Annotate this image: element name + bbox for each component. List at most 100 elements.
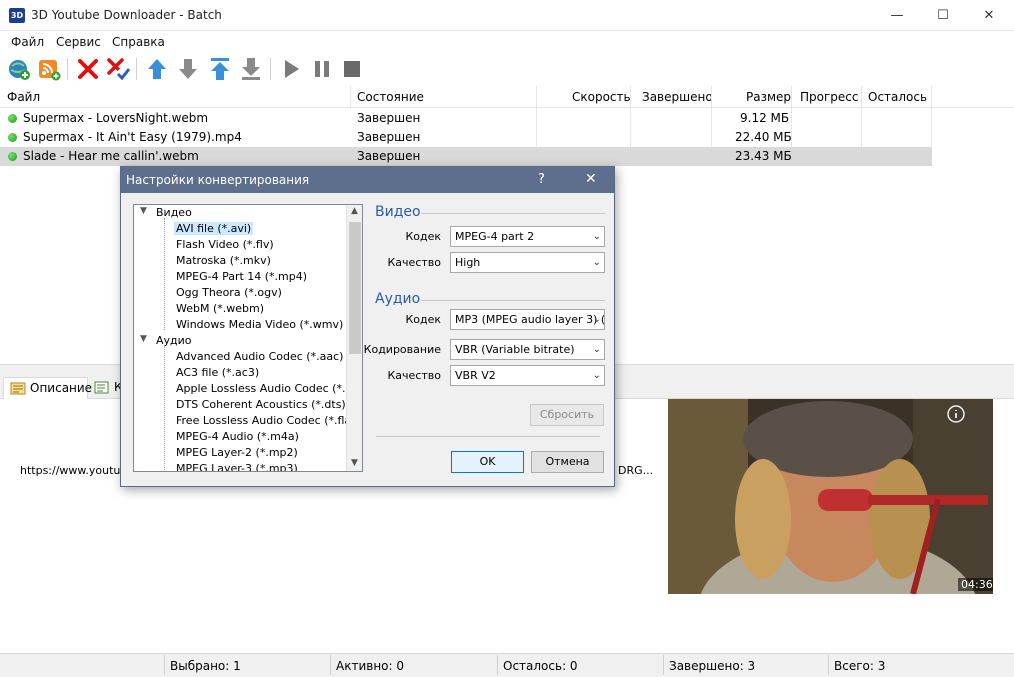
audio-quality-label: Качество xyxy=(387,369,442,382)
tree-group-video[interactable]: Видео xyxy=(156,206,192,219)
tree-item-alac[interactable]: Apple Lossless Audio Codec (*.alac xyxy=(176,382,362,395)
tree-item-flv[interactable]: Flash Video (*.flv) xyxy=(176,238,274,251)
column-divider xyxy=(350,86,351,108)
move-bottom-button[interactable] xyxy=(237,55,265,83)
tab-description[interactable]: Описание xyxy=(3,377,92,399)
dialog-help-button[interactable]: ? xyxy=(538,172,545,187)
scroll-down-icon[interactable]: ▼ xyxy=(351,458,358,468)
remove-completed-button[interactable] xyxy=(104,55,132,83)
column-header-progress[interactable]: Прогресс xyxy=(800,90,858,104)
tree-item-mp4[interactable]: MPEG-4 Part 14 (*.mp4) xyxy=(176,270,307,283)
audio-codec-value: MP3 (MPEG audio layer 3) (l xyxy=(455,313,605,326)
video-section-heading: Видео xyxy=(375,204,421,220)
audio-codec-select[interactable]: MP3 (MPEG audio layer 3) (l ⌄ xyxy=(450,309,605,330)
tree-item-mkv[interactable]: Matroska (*.mkv) xyxy=(176,254,271,267)
dropdown-chevron-icon: ⌄ xyxy=(592,314,601,325)
pause-button[interactable] xyxy=(308,55,336,83)
audio-section-heading: Аудио xyxy=(375,291,421,307)
tree-item-wmv[interactable]: Windows Media Video (*.wmv) xyxy=(176,318,343,331)
video-codec-value: MPEG-4 part 2 xyxy=(455,230,535,243)
remove-button[interactable] xyxy=(74,55,102,83)
tree-item-flac[interactable]: Free Lossless Audio Codec (*.flac) xyxy=(176,414,362,427)
format-tree[interactable]: ▼ Видео AVI file (*.avi) Flash Video (*.… xyxy=(133,204,363,472)
reset-button[interactable]: Сбросить xyxy=(530,404,604,426)
row-state: Завершен xyxy=(357,130,421,144)
menu-file[interactable]: Файл xyxy=(11,35,44,49)
column-header-file[interactable]: Файл xyxy=(7,90,40,104)
add-url-button[interactable] xyxy=(5,55,33,83)
toolbar-separator xyxy=(136,58,137,80)
column-header-speed[interactable]: Скорость xyxy=(572,90,631,104)
tree-item-ogv[interactable]: Ogg Theora (*.ogv) xyxy=(176,286,282,299)
row-size: 23.43 МБ xyxy=(735,149,792,163)
tree-item-m4a[interactable]: MPEG-4 Audio (*.m4a) xyxy=(176,430,299,443)
column-divider xyxy=(931,86,932,108)
info-icon[interactable] xyxy=(947,405,965,423)
video-thumbnail[interactable]: 04:36 xyxy=(668,399,993,594)
tree-item-webm[interactable]: WebM (*.webm) xyxy=(176,302,264,315)
tree-scrollbar[interactable]: ▲ ▼ xyxy=(346,205,362,471)
status-total: Всего: 3 xyxy=(834,659,886,673)
collapse-icon[interactable]: ▼ xyxy=(140,206,147,216)
play-icon xyxy=(285,60,299,78)
description-url[interactable]: https://www.youtube xyxy=(20,464,134,477)
video-quality-value: High xyxy=(455,256,481,269)
dialog-title: Настройки конвертирования xyxy=(126,173,310,187)
column-divider xyxy=(711,86,712,108)
scrollbar-thumb[interactable] xyxy=(349,222,361,354)
video-quality-select[interactable]: High ⌄ xyxy=(450,252,605,273)
column-divider xyxy=(791,86,792,108)
tree-item-mp2[interactable]: MPEG Layer-2 (*.mp2) xyxy=(176,446,298,459)
audio-quality-select[interactable]: VBR V2 ⌄ xyxy=(450,365,605,386)
tree-item-mp3[interactable]: MPEG Layer-3 (*.mp3) xyxy=(176,462,298,471)
dialog-close-button[interactable]: ✕ xyxy=(585,171,597,187)
tree-item-avi[interactable]: AVI file (*.avi) xyxy=(174,222,254,235)
minimize-button[interactable]: — xyxy=(874,0,920,31)
move-down-button[interactable] xyxy=(174,55,202,83)
maximize-button[interactable]: ☐ xyxy=(920,0,966,31)
column-header-state[interactable]: Состояние xyxy=(357,90,424,104)
pause-icon xyxy=(315,61,329,77)
remove-icon xyxy=(78,59,98,79)
tree-guide-line xyxy=(164,346,165,471)
ok-button[interactable]: OK xyxy=(451,451,524,473)
tree-item-dts[interactable]: DTS Coherent Acoustics (*.dts) xyxy=(176,398,346,411)
scroll-up-icon[interactable]: ▲ xyxy=(351,206,358,216)
column-header-remaining[interactable]: Осталось xyxy=(868,90,927,104)
dropdown-chevron-icon: ⌄ xyxy=(592,344,601,355)
play-button[interactable] xyxy=(277,55,305,83)
column-header-done[interactable]: Завершено xyxy=(642,90,713,104)
status-separator xyxy=(663,655,664,675)
status-ok-icon xyxy=(8,133,17,142)
move-up-button[interactable] xyxy=(143,55,171,83)
status-ok-icon xyxy=(8,114,17,123)
add-rss-button[interactable] xyxy=(35,55,63,83)
move-top-icon xyxy=(211,58,229,80)
list-icon xyxy=(94,381,109,394)
window-title: 3D Youtube Downloader - Batch xyxy=(31,8,222,22)
table-row[interactable]: Supermax - It Ain't Easy (1979).mp4 Заве… xyxy=(0,128,932,147)
encoding-label: Кодирование xyxy=(363,343,441,356)
column-header-size[interactable]: Размер xyxy=(746,90,791,104)
stop-button[interactable] xyxy=(338,55,366,83)
move-up-icon xyxy=(148,59,166,79)
description-icon xyxy=(10,382,26,395)
app-icon: 3D xyxy=(9,8,25,23)
menu-help[interactable]: Справка xyxy=(112,35,165,49)
encoding-select[interactable]: VBR (Variable bitrate) ⌄ xyxy=(450,339,605,360)
status-separator xyxy=(828,655,829,675)
tree-guide-line xyxy=(164,218,165,330)
table-row-selected[interactable]: Slade - Hear me callin'.webm Завершен 23… xyxy=(0,147,932,166)
menu-service[interactable]: Сервис xyxy=(56,35,101,49)
video-quality-label: Качество xyxy=(387,256,442,269)
tree-item-aac[interactable]: Advanced Audio Codec (*.aac) xyxy=(176,350,343,363)
move-top-button[interactable] xyxy=(206,55,234,83)
tree-item-ac3[interactable]: AC3 file (*.ac3) xyxy=(176,366,259,379)
collapse-icon[interactable]: ▼ xyxy=(140,334,147,344)
close-button[interactable]: ✕ xyxy=(966,0,1012,31)
table-row[interactable]: Supermax - LoversNight.webm Завершен 9.1… xyxy=(0,109,932,128)
move-down-icon xyxy=(179,59,197,79)
tree-group-audio[interactable]: Аудио xyxy=(156,334,192,347)
cancel-button[interactable]: Отмена xyxy=(531,451,604,473)
video-codec-select[interactable]: MPEG-4 part 2 ⌄ xyxy=(450,226,605,247)
